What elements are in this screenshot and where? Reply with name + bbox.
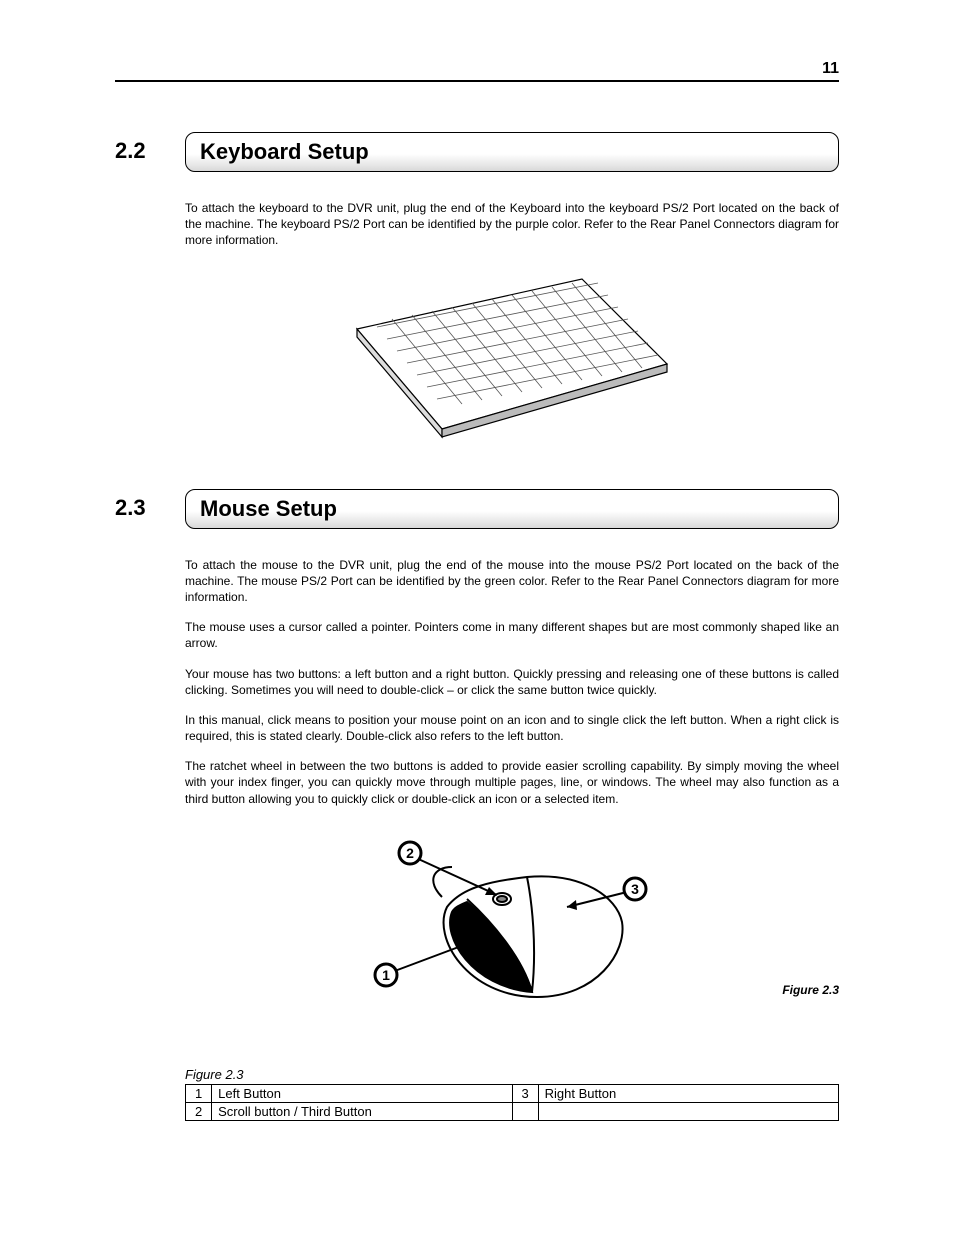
paragraph: The ratchet wheel in between the two but… — [185, 758, 839, 807]
keyboard-icon — [352, 269, 672, 439]
table-cell-num: 1 — [186, 1084, 212, 1102]
table-cell-num — [512, 1102, 538, 1120]
table-cell-label: Right Button — [538, 1084, 838, 1102]
table-cell-num: 2 — [186, 1102, 212, 1120]
table-cell-label: Scroll button / Third Button — [212, 1102, 512, 1120]
section-number: 2.2 — [115, 132, 185, 172]
section-number: 2.3 — [115, 489, 185, 529]
callout-two: 2 — [406, 845, 414, 861]
page-header: 11 — [115, 60, 839, 82]
section-title: Mouse Setup — [185, 489, 839, 529]
body-text-keyboard: To attach the keyboard to the DVR unit, … — [185, 200, 839, 249]
figure-table: 1 Left Button 3 Right Button 2 Scroll bu… — [185, 1084, 839, 1121]
table-cell-label — [538, 1102, 838, 1120]
paragraph: Your mouse has two buttons: a left butto… — [185, 666, 839, 698]
section-heading-keyboard: 2.2 Keyboard Setup — [115, 132, 839, 172]
section-title: Keyboard Setup — [185, 132, 839, 172]
callout-three: 3 — [631, 881, 639, 897]
table-cell-num: 3 — [512, 1084, 538, 1102]
section-heading-mouse: 2.3 Mouse Setup — [115, 489, 839, 529]
table-row: 1 Left Button 3 Right Button — [186, 1084, 839, 1102]
mouse-icon: 2 1 3 — [372, 827, 652, 1027]
table-cell-label: Left Button — [212, 1084, 512, 1102]
figure-caption: Figure 2.3 — [782, 983, 839, 997]
body-text-mouse: To attach the mouse to the DVR unit, plu… — [185, 557, 839, 807]
paragraph: To attach the mouse to the DVR unit, plu… — [185, 557, 839, 606]
page-number: 11 — [822, 60, 839, 77]
table-row: 2 Scroll button / Third Button — [186, 1102, 839, 1120]
table-caption: Figure 2.3 — [185, 1067, 839, 1082]
page: 11 2.2 Keyboard Setup To attach the keyb… — [0, 0, 954, 1181]
callout-one: 1 — [382, 967, 390, 983]
paragraph: To attach the keyboard to the DVR unit, … — [185, 200, 839, 249]
keyboard-illustration — [185, 269, 839, 439]
paragraph: In this manual, click means to position … — [185, 712, 839, 744]
paragraph: The mouse uses a cursor called a pointer… — [185, 619, 839, 651]
mouse-illustration-wrap: 2 1 3 Figure 2.3 — [185, 827, 839, 1027]
